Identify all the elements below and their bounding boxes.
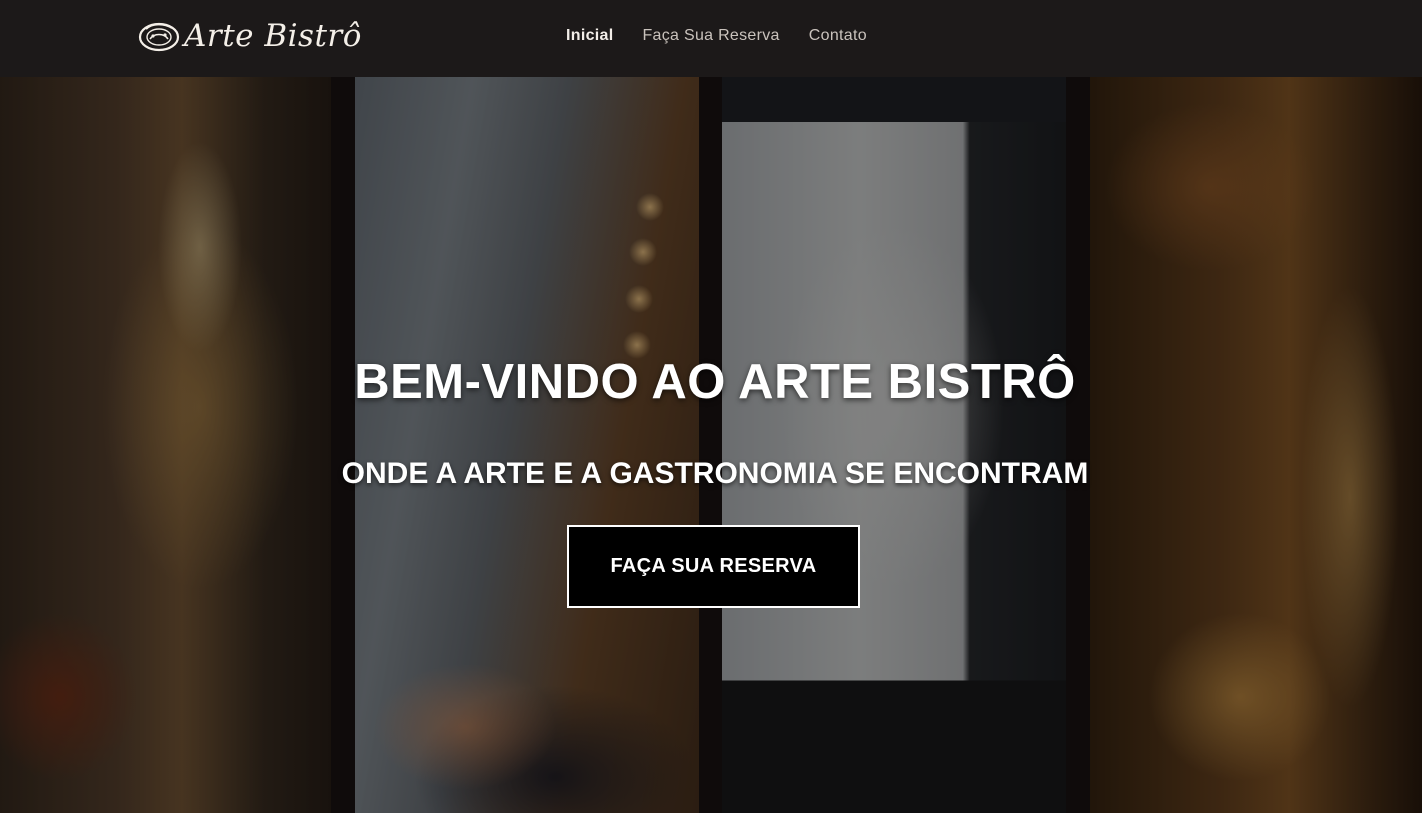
hero-title: BEM-VINDO AO ARTE BISTRÔ	[354, 355, 1076, 409]
hero-content: BEM-VINDO AO ARTE BISTRÔ ONDE A ARTE E A…	[0, 77, 1422, 813]
nav-link-reserva[interactable]: Faça Sua Reserva	[642, 27, 779, 45]
nav-link-inicial[interactable]: Inicial	[566, 27, 613, 45]
logo[interactable]: Arte Bistrô	[138, 14, 362, 58]
logo-text: Arte Bistrô	[184, 18, 362, 54]
nav-links: Inicial Faça Sua Reserva Contato	[566, 27, 867, 45]
palette-plate-icon	[138, 22, 180, 52]
hero-subtitle: ONDE A ARTE E A GASTRONOMIA SE ENCONTRAM	[341, 457, 1089, 490]
nav-link-contato[interactable]: Contato	[809, 27, 867, 45]
navbar: Arte Bistrô Inicial Faça Sua Reserva Con…	[0, 0, 1422, 77]
reservation-button[interactable]: FAÇA SUA RESERVA	[567, 525, 860, 608]
hero-section: BEM-VINDO AO ARTE BISTRÔ ONDE A ARTE E A…	[0, 77, 1422, 813]
